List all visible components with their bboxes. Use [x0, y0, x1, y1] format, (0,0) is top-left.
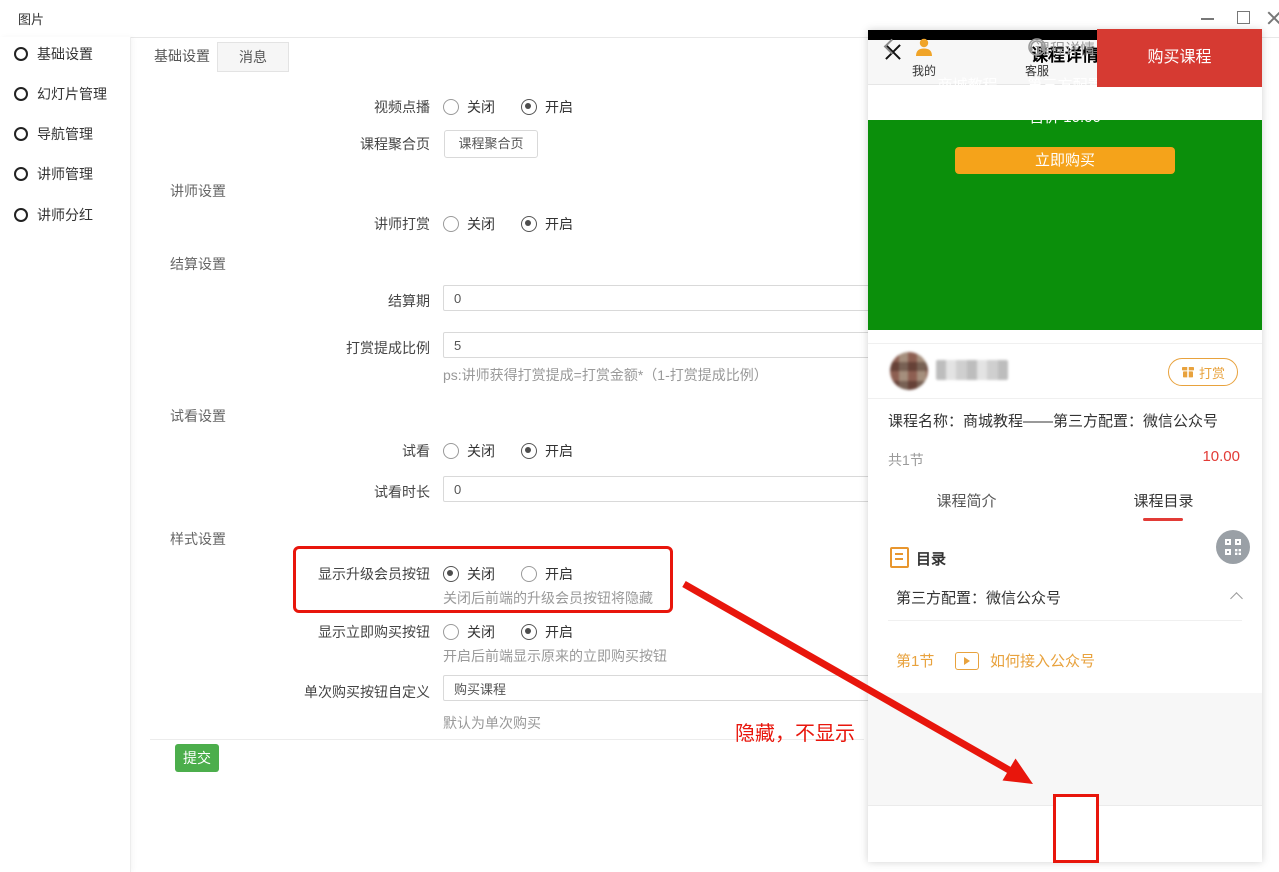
trial-label: 试看 [130, 441, 430, 461]
minimize-icon[interactable] [1196, 8, 1220, 28]
divider [888, 620, 1242, 621]
radio-on[interactable] [521, 99, 537, 115]
buy-now-button[interactable]: 立即购买 [955, 147, 1175, 174]
sidebar-item-label: 基础设置 [37, 44, 93, 64]
lecturer-reward-radios: 关闭 开启 [443, 214, 599, 234]
instant-buy-button-label: 显示立即购买按钮 [130, 622, 430, 642]
section-lecturer-settings: 讲师设置 [170, 181, 226, 201]
radio-on[interactable] [521, 216, 537, 232]
footer-item-label: 客服 [1015, 62, 1059, 79]
trial-radios: 关闭 开启 [443, 441, 599, 461]
instant-buy-hint: 开启后前端显示原来的立即购买按钮 [443, 646, 667, 666]
window-title: 图片 [18, 9, 44, 28]
qr-code-icon[interactable] [1216, 530, 1250, 564]
radio-on-label: 开启 [545, 214, 573, 234]
radio-off-label: 关闭 [467, 214, 495, 234]
lecturer-reward-label: 讲师打赏 [130, 214, 430, 234]
radio-off[interactable] [443, 624, 459, 640]
sidebar-item-basic-settings[interactable]: 基础设置 [14, 44, 93, 64]
chevron-up-icon[interactable] [1230, 592, 1244, 601]
sidebar-item-label: 幻灯片管理 [37, 84, 107, 104]
sidebar-item-lecturer-dividend[interactable]: 讲师分红 [14, 205, 93, 225]
radio-on[interactable] [521, 624, 537, 640]
phone-preview: 课程详情 课程详情 商城教程——第三方配置：微信公众号 售价 10.00 立即购… [868, 30, 1262, 862]
circle-icon [14, 47, 28, 61]
chapter-row-title[interactable]: 第三方配置：微信公众号 [896, 587, 1061, 608]
close-icon[interactable] [1262, 8, 1279, 28]
tab-course-intro[interactable]: 课程简介 [868, 490, 1065, 511]
buy-course-button[interactable]: 购买课程 [1097, 29, 1262, 87]
sidebar-item-label: 导航管理 [37, 124, 93, 144]
reward-pill-label: 打赏 [1199, 363, 1225, 382]
avatar [890, 352, 928, 390]
footer-item-mine[interactable]: 我的 [902, 30, 946, 86]
circle-icon [14, 208, 28, 222]
catalog-title: 目录 [916, 548, 946, 569]
sidebar-item-slides[interactable]: 幻灯片管理 [14, 84, 107, 104]
active-tab-underline [1143, 518, 1183, 521]
footer-item-label: 我的 [902, 62, 946, 79]
maximize-icon[interactable] [1232, 8, 1256, 28]
radio-on-label: 开启 [545, 441, 573, 461]
sidebar [0, 37, 131, 872]
footer-item-service[interactable]: 客服 [1015, 30, 1059, 86]
divider [868, 398, 1262, 399]
document-icon [890, 547, 909, 568]
radio-off-label: 关闭 [467, 622, 495, 642]
annotation-box-upgrade-setting [293, 546, 673, 613]
circle-icon [14, 127, 28, 141]
headset-icon [1026, 36, 1048, 58]
lesson-title[interactable]: 如何接入公众号 [990, 650, 1095, 671]
empty-gray-area [868, 693, 1262, 805]
radio-off[interactable] [443, 443, 459, 459]
tab-course-catalog[interactable]: 课程目录 [1065, 490, 1262, 511]
radio-off[interactable] [443, 216, 459, 232]
trial-duration-label: 试看时长 [130, 482, 430, 502]
aggregation-page-label: 课程聚合页 [130, 134, 430, 154]
lesson-number: 第1节 [896, 650, 934, 671]
annotation-box-hidden-button [1053, 794, 1099, 863]
section-settlement-settings: 结算设置 [170, 254, 226, 274]
section-trial-settings: 试看设置 [170, 406, 226, 426]
sections-count: 共1节 [888, 450, 924, 470]
instant-buy-radios: 关闭 开启 [443, 622, 599, 642]
single-buy-custom-label: 单次购买按钮自定义 [130, 682, 430, 702]
sidebar-item-lecturer-management[interactable]: 讲师管理 [14, 164, 93, 184]
sidebar-item-label: 讲师分红 [37, 205, 93, 225]
video-ondemand-label: 视频点播 [130, 97, 430, 117]
reward-pill-button[interactable]: 打赏 [1168, 358, 1238, 386]
sidebar-item-navigation[interactable]: 导航管理 [14, 124, 93, 144]
video-ondemand-radios: 关闭 开启 [443, 97, 599, 117]
radio-off[interactable] [443, 99, 459, 115]
radio-on-label: 开启 [545, 97, 573, 117]
course-name-line: 课程名称：商城教程——第三方配置：微信公众号 [888, 410, 1248, 431]
radio-off-label: 关闭 [467, 441, 495, 461]
radio-off-label: 关闭 [467, 97, 495, 117]
radio-on[interactable] [521, 443, 537, 459]
section-style-settings: 样式设置 [170, 529, 226, 549]
user-icon [913, 36, 935, 58]
radio-on-label: 开启 [545, 622, 573, 642]
submit-button[interactable]: 提交 [175, 744, 219, 772]
video-play-icon [955, 652, 979, 670]
aggregation-page-button[interactable]: 课程聚合页 [444, 130, 538, 158]
course-banner-price: 售价 10.00 [868, 106, 1262, 127]
circle-icon [14, 167, 28, 181]
settlement-period-label: 结算期 [130, 291, 430, 311]
sidebar-item-label: 讲师管理 [37, 164, 93, 184]
commission-hint: ps:讲师获得打赏提成=打赏金额*（1-打赏提成比例） [443, 365, 768, 385]
annotation-text: 隐藏，不显示 [735, 717, 855, 746]
tab-message[interactable]: 消息 [217, 42, 289, 72]
commission-ratio-label: 打赏提成比例 [130, 338, 430, 358]
tab-basic-settings[interactable]: 基础设置 [148, 42, 216, 70]
gift-icon [1181, 365, 1195, 379]
course-price: 10.00 [1202, 448, 1240, 465]
author-name-blurred [936, 360, 1008, 380]
circle-icon [14, 87, 28, 101]
single-buy-custom-hint: 默认为单次购买 [443, 713, 541, 733]
card-divider [868, 343, 1262, 344]
